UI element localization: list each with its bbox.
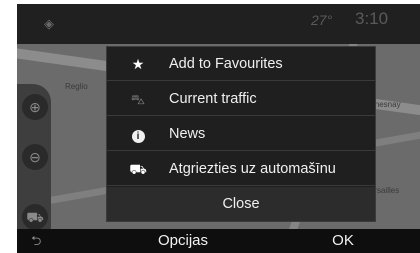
back-arrow-icon[interactable]: ⮌ [31, 233, 41, 249]
close-button[interactable]: Close [107, 187, 375, 221]
bottom-bar: ⮌ Opcijas OK [17, 229, 420, 253]
menu-item-label: Current traffic [169, 91, 257, 107]
clock-readout: 3:10 [355, 9, 389, 28]
menu-item-current-traffic[interactable]: ⛍ Current traffic [107, 82, 375, 116]
car-icon: ⛟ [129, 161, 147, 177]
menu-item-label: News [169, 126, 206, 142]
menu-item-add-to-favourites[interactable]: ★ Add to Favourites [107, 47, 375, 81]
nav-screen: ◈ 27° 3:10 Reglio Chesnay Versailles ⊕ ⊖… [17, 4, 420, 253]
info-icon: i [129, 125, 147, 143]
temperature-readout: 27° [311, 12, 333, 28]
menu-item-return-to-car[interactable]: ⛟ Atgriezties uz automašīnu [107, 152, 375, 186]
ok-button[interactable]: OK [303, 229, 383, 253]
menu-item-news[interactable]: i News [107, 117, 375, 151]
options-menu: ★ Add to Favourites ⛍ Current traffic i … [106, 46, 376, 222]
traffic-icon: ⛍ [130, 91, 146, 107]
status-bar: ◈ 27° 3:10 [17, 4, 420, 44]
options-button[interactable]: Opcijas [123, 229, 243, 253]
star-icon: ★ [131, 56, 145, 72]
location-icon[interactable]: ◈ [41, 16, 57, 32]
menu-item-label: Add to Favourites [169, 56, 283, 72]
car-view-icon[interactable]: ⛟ [22, 204, 48, 229]
map-controls: ⊕ ⊖ ⛟ [17, 84, 51, 229]
menu-item-label: Atgriezties uz automašīnu [169, 161, 336, 177]
zoom-out-icon[interactable]: ⊖ [22, 144, 48, 170]
zoom-in-icon[interactable]: ⊕ [22, 94, 48, 120]
map-town-label: Reglio [65, 82, 88, 91]
